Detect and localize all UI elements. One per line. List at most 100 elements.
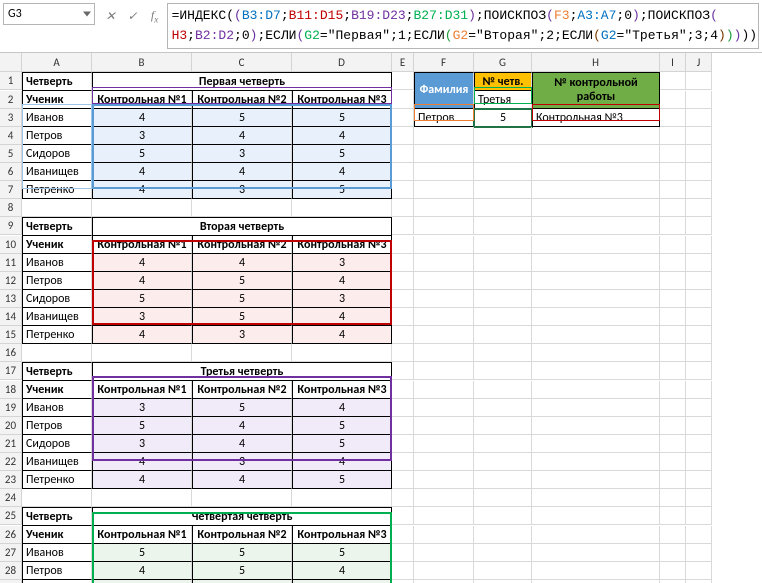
row-header-12[interactable]: 12 [0, 272, 22, 290]
row-header-8[interactable]: 8 [0, 199, 22, 217]
cell-A2[interactable]: Ученик [22, 91, 92, 109]
cell-I6[interactable] [660, 163, 686, 181]
row-header-1[interactable]: 1 [0, 72, 22, 90]
cell-C11[interactable]: 4 [192, 254, 292, 272]
cell-G10[interactable] [474, 236, 532, 254]
cell-G21[interactable] [474, 435, 532, 453]
cell-I13[interactable] [660, 290, 686, 308]
row-header-25[interactable]: 25 [0, 507, 22, 525]
cell-C4[interactable]: 4 [192, 127, 292, 145]
cell-F4[interactable] [414, 127, 474, 145]
row-header-16[interactable]: 16 [0, 344, 22, 362]
cell-I5[interactable] [660, 145, 686, 163]
cell-E17[interactable] [392, 362, 414, 380]
cell-G5[interactable] [474, 145, 532, 163]
cell-J25[interactable] [686, 507, 712, 525]
cell-G22[interactable] [474, 453, 532, 471]
cell-J19[interactable] [686, 399, 712, 417]
cell-J23[interactable] [686, 471, 712, 489]
cell-A21[interactable]: Сидоров [22, 435, 92, 453]
cell-B15[interactable]: 4 [92, 326, 192, 344]
cell-H6[interactable] [532, 163, 660, 181]
cell-H18[interactable] [532, 381, 660, 399]
row-header-3[interactable]: 3 [0, 109, 22, 127]
cell-D23[interactable]: 5 [292, 471, 392, 489]
cell-C26[interactable]: Контрольная №2 [192, 526, 292, 544]
cell-E13[interactable] [392, 290, 414, 308]
cell-F10[interactable] [414, 236, 474, 254]
cell-B6[interactable]: 4 [92, 163, 192, 181]
cell-D11[interactable]: 3 [292, 254, 392, 272]
cell-H20[interactable] [532, 417, 660, 435]
cell-F14[interactable] [414, 308, 474, 326]
cell-E28[interactable] [392, 562, 414, 580]
cell-F1[interactable]: Фамилия [414, 72, 474, 109]
cell-D26[interactable]: Контрольная №3 [292, 526, 392, 544]
cell-B20[interactable]: 5 [92, 417, 192, 435]
fx-icon[interactable]: fx [145, 6, 165, 26]
cell-A28[interactable]: Петров [22, 562, 92, 580]
cell-C16[interactable] [192, 344, 292, 362]
cell-A16[interactable] [22, 344, 92, 362]
cancel-icon[interactable]: ✕ [101, 6, 121, 26]
cell-D16[interactable] [292, 344, 392, 362]
cell-B10[interactable]: Контрольная №1 [92, 236, 192, 254]
cell-E8[interactable] [392, 199, 414, 217]
cell-E1[interactable] [392, 72, 414, 90]
cell-D2[interactable]: Контрольная №3 [292, 91, 392, 109]
row-header-2[interactable]: 2 [0, 91, 22, 109]
cell-D8[interactable] [292, 199, 392, 217]
cell-D4[interactable]: 4 [292, 127, 392, 145]
cell-H3[interactable]: Контрольная №3 [532, 109, 660, 127]
cell-A25[interactable]: Четверть [22, 507, 92, 526]
col-header-H[interactable]: H [532, 53, 660, 72]
cell-B28[interactable]: 4 [92, 562, 192, 580]
cell-D12[interactable]: 4 [292, 272, 392, 290]
cell-D13[interactable]: 3 [292, 290, 392, 308]
cell-A19[interactable]: Иванов [22, 399, 92, 417]
row-header-14[interactable]: 14 [0, 308, 22, 326]
formula-input[interactable]: =ИНДЕКС((B3:D7;B11:D15;B19:D23;B27:D31);… [167, 3, 759, 49]
cell-J1[interactable] [686, 72, 712, 90]
cell-A8[interactable] [22, 199, 92, 217]
cell-I3[interactable] [660, 109, 686, 127]
row-header-4[interactable]: 4 [0, 127, 22, 145]
cell-I2[interactable] [660, 91, 686, 109]
cell-J15[interactable] [686, 326, 712, 344]
cell-G14[interactable] [474, 308, 532, 326]
cell-I7[interactable] [660, 181, 686, 199]
row-header-26[interactable]: 26 [0, 526, 22, 544]
cell-J10[interactable] [686, 236, 712, 254]
row-header-19[interactable]: 19 [0, 399, 22, 417]
cell-B25[interactable]: Четвертая четверть [92, 507, 392, 526]
cell-H21[interactable] [532, 435, 660, 453]
cell-B1[interactable]: Первая четверть [92, 72, 392, 91]
cell-F6[interactable] [414, 163, 474, 181]
cell-D27[interactable]: 5 [292, 544, 392, 562]
cell-E11[interactable] [392, 254, 414, 272]
col-header-B[interactable]: B [92, 53, 192, 72]
cell-A3[interactable]: Иванов [22, 109, 92, 127]
name-box[interactable]: G3 [3, 3, 95, 25]
cell-F13[interactable] [414, 290, 474, 308]
cell-C27[interactable]: 5 [192, 544, 292, 562]
cell-H12[interactable] [532, 272, 660, 290]
cell-B27[interactable]: 5 [92, 544, 192, 562]
cell-I21[interactable] [660, 435, 686, 453]
cell-A17[interactable]: Четверть [22, 362, 92, 381]
cell-E9[interactable] [392, 217, 414, 235]
cell-J4[interactable] [686, 127, 712, 145]
row-header-13[interactable]: 13 [0, 290, 22, 308]
cell-C3[interactable]: 5 [192, 109, 292, 127]
row-header-15[interactable]: 15 [0, 326, 22, 344]
cell-G8[interactable] [474, 199, 532, 217]
row-header-20[interactable]: 20 [0, 417, 22, 435]
cell-C2[interactable]: Контрольная №2 [192, 91, 292, 109]
cell-F20[interactable] [414, 417, 474, 435]
cell-F15[interactable] [414, 326, 474, 344]
cell-J22[interactable] [686, 453, 712, 471]
cell-E7[interactable] [392, 181, 414, 199]
cell-C7[interactable]: 3 [192, 181, 292, 199]
cell-E15[interactable] [392, 326, 414, 344]
cell-E22[interactable] [392, 453, 414, 471]
